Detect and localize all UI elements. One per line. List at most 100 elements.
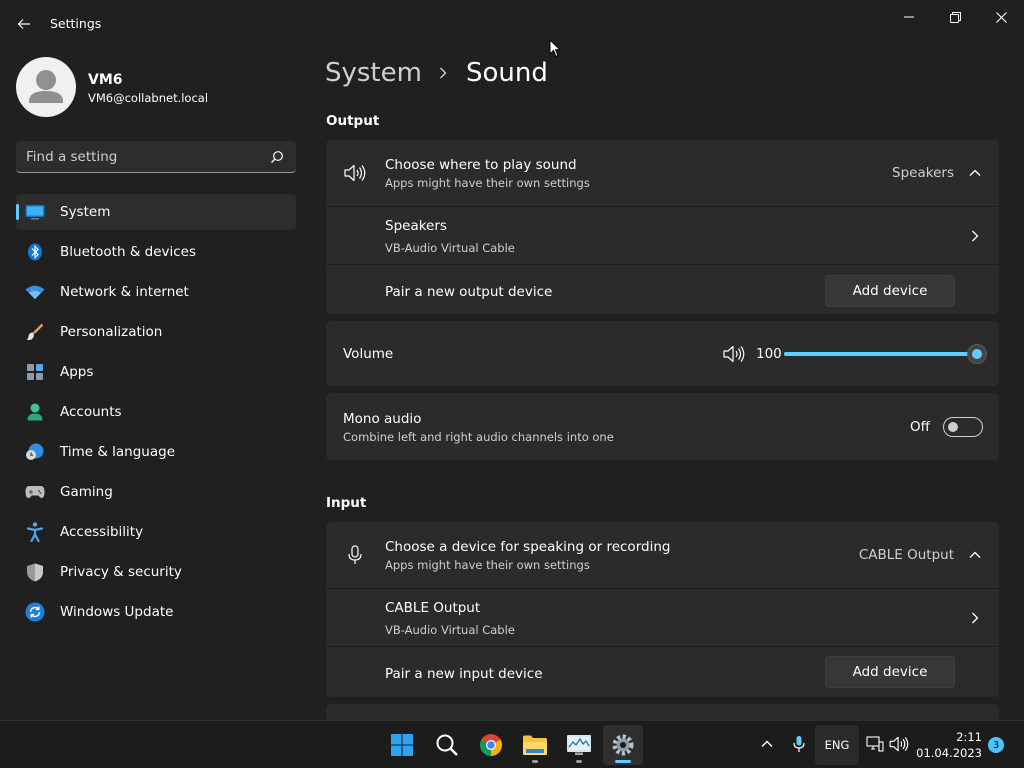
chevron-up-icon[interactable] xyxy=(968,548,982,562)
output-choose-subtitle: Apps might have their own settings xyxy=(385,176,590,190)
volume-slider[interactable] xyxy=(784,344,987,364)
input-selected-value: CABLE Output xyxy=(858,547,954,563)
wifi-icon xyxy=(24,283,46,301)
title-bar: Settings xyxy=(0,0,1024,48)
pair-input-device-row: Pair a new input device Add device xyxy=(326,646,999,697)
chevron-up-icon[interactable] xyxy=(756,733,778,755)
chevron-right-icon xyxy=(968,611,982,625)
breadcrumb: System Sound xyxy=(325,58,548,88)
taskbar: ENG 2:11 01.04.2023 3 xyxy=(0,720,1024,768)
pair-output-label: Pair a new output device xyxy=(385,284,553,300)
gamepad-icon xyxy=(24,483,46,501)
input-choose-subtitle: Apps might have their own settings xyxy=(385,558,590,572)
search-icon xyxy=(271,151,283,163)
sidebar-item-system[interactable]: System xyxy=(16,194,296,230)
sidebar-item-network[interactable]: Network & internet xyxy=(16,274,296,310)
sidebar-item-label: Apps xyxy=(60,364,94,380)
notification-badge[interactable]: 3 xyxy=(988,737,1004,753)
add-output-device-button[interactable]: Add device xyxy=(825,275,955,307)
volume-slider-fill xyxy=(784,352,971,356)
sidebar-item-time-language[interactable]: Time & language xyxy=(16,434,296,470)
close-button[interactable] xyxy=(978,4,1024,30)
chevron-right-icon xyxy=(968,229,982,243)
input-device-selector[interactable]: Choose a device for speaking or recordin… xyxy=(326,522,999,588)
start-button[interactable] xyxy=(382,725,422,765)
language-indicator[interactable]: ENG xyxy=(815,725,859,765)
volume-icon[interactable] xyxy=(888,733,910,755)
sidebar-item-label: Personalization xyxy=(60,324,163,340)
restore-button[interactable] xyxy=(932,4,978,30)
settings-gear-icon xyxy=(612,734,634,756)
sidebar-item-apps[interactable]: Apps xyxy=(16,354,296,390)
output-section-title: Output xyxy=(326,113,380,129)
mouse-cursor-icon xyxy=(549,39,561,58)
paintbrush-icon xyxy=(24,323,46,341)
sidebar-item-label: Gaming xyxy=(60,484,113,500)
chrome-icon xyxy=(480,734,502,756)
monitor-icon xyxy=(24,203,46,221)
mono-audio-state: Off xyxy=(910,419,930,435)
sidebar-item-label: Time & language xyxy=(60,444,176,460)
volume-value: 100 xyxy=(756,346,782,362)
breadcrumb-parent[interactable]: System xyxy=(325,58,422,88)
person-avatar-icon xyxy=(29,70,63,103)
taskbar-chrome[interactable] xyxy=(471,725,511,765)
mono-audio-title: Mono audio xyxy=(343,411,422,427)
output-selected-value: Speakers xyxy=(892,165,954,181)
running-indicator xyxy=(576,760,582,763)
volume-slider-thumb[interactable] xyxy=(967,344,987,364)
input-card: Choose a device for speaking or recordin… xyxy=(326,522,999,697)
taskbar-performance-monitor[interactable] xyxy=(559,725,599,765)
chevron-up-icon[interactable] xyxy=(968,166,982,180)
avatar[interactable] xyxy=(16,57,76,117)
search-box[interactable] xyxy=(16,141,296,173)
bluetooth-icon xyxy=(24,243,46,261)
accessibility-icon xyxy=(24,522,46,542)
sidebar-item-bluetooth[interactable]: Bluetooth & devices xyxy=(16,234,296,270)
sidebar-item-label: System xyxy=(60,204,111,220)
sidebar-item-accessibility[interactable]: Accessibility xyxy=(16,514,296,550)
output-device-name: Speakers xyxy=(385,218,447,234)
active-indicator xyxy=(615,760,631,763)
sidebar-item-privacy[interactable]: Privacy & security xyxy=(16,554,296,590)
minimize-button[interactable] xyxy=(886,4,932,30)
volume-speaker-icon[interactable] xyxy=(722,342,746,366)
output-device-speakers[interactable]: Speakers VB-Audio Virtual Cable xyxy=(326,206,999,264)
mono-audio-card: Mono audio Combine left and right audio … xyxy=(326,393,999,460)
taskbar-settings[interactable] xyxy=(603,725,643,765)
restore-icon xyxy=(949,11,961,23)
windows-logo-icon xyxy=(391,734,413,756)
mono-audio-toggle[interactable] xyxy=(943,417,983,437)
globe-clock-icon xyxy=(24,443,46,461)
sidebar-item-label: Windows Update xyxy=(60,604,174,620)
pair-input-label: Pair a new input device xyxy=(385,666,543,682)
update-icon xyxy=(24,602,46,622)
output-card: Choose where to play sound Apps might ha… xyxy=(326,140,999,314)
clock-date[interactable]: 01.04.2023 xyxy=(914,746,982,760)
sidebar-item-label: Privacy & security xyxy=(60,564,182,580)
close-icon xyxy=(995,11,1007,23)
input-device-cable-output[interactable]: CABLE Output VB-Audio Virtual Cable xyxy=(326,588,999,646)
back-button[interactable] xyxy=(12,12,36,36)
taskbar-file-explorer[interactable] xyxy=(515,725,555,765)
sidebar-item-windows-update[interactable]: Windows Update xyxy=(16,594,296,630)
chevron-right-icon xyxy=(438,66,452,80)
person-icon xyxy=(24,403,46,421)
pair-output-device-row: Pair a new output device Add device xyxy=(326,264,999,314)
sidebar-item-accounts[interactable]: Accounts xyxy=(16,394,296,430)
network-icon[interactable] xyxy=(864,733,886,755)
search-icon xyxy=(436,734,458,756)
back-arrow-icon xyxy=(17,19,30,29)
taskbar-search-button[interactable] xyxy=(427,725,467,765)
microphone-icon[interactable] xyxy=(788,733,810,755)
sidebar-item-personalization[interactable]: Personalization xyxy=(16,314,296,350)
add-input-device-button[interactable]: Add device xyxy=(825,656,955,688)
clock-time[interactable]: 2:11 xyxy=(946,730,982,744)
input-section-title: Input xyxy=(326,495,367,511)
search-input[interactable] xyxy=(26,147,266,167)
output-device-selector[interactable]: Choose where to play sound Apps might ha… xyxy=(326,140,999,206)
mono-audio-subtitle: Combine left and right audio channels in… xyxy=(343,430,614,444)
output-choose-title: Choose where to play sound xyxy=(385,157,577,173)
next-card-partial xyxy=(326,704,999,720)
sidebar-item-gaming[interactable]: Gaming xyxy=(16,474,296,510)
